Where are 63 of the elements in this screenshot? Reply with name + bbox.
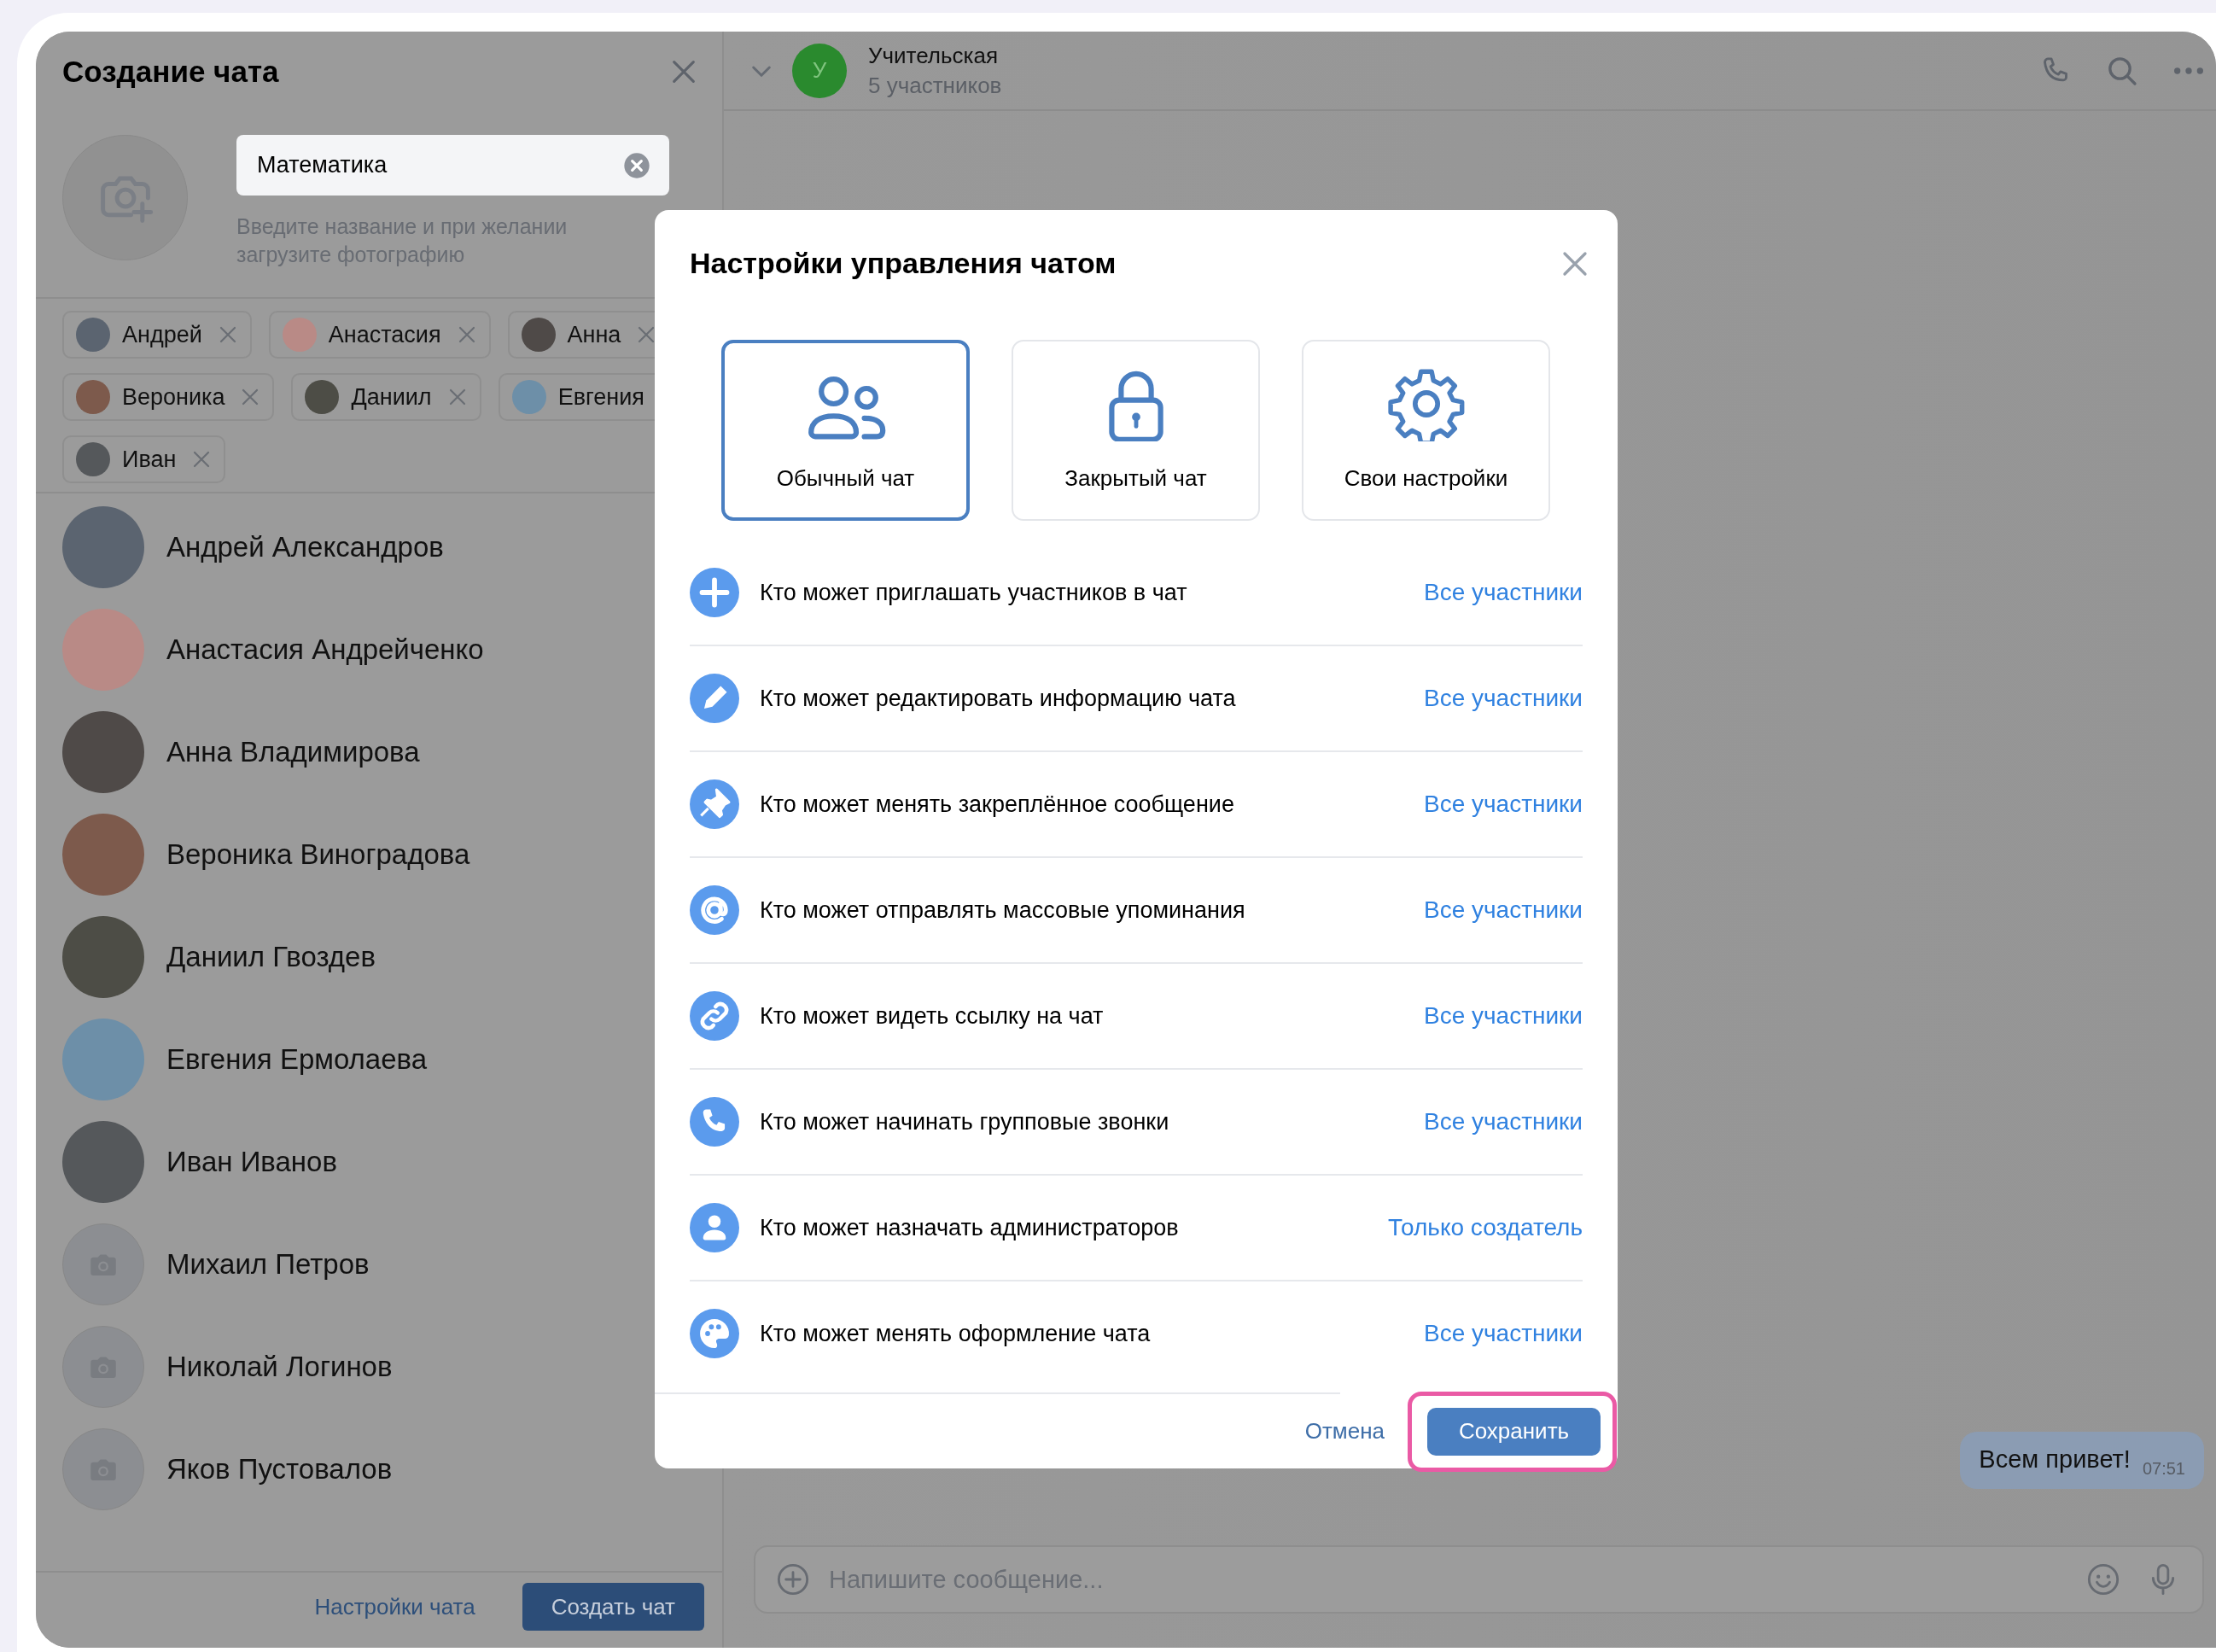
contact-name[interactable]: Яков Пустовалов (166, 1453, 393, 1486)
setting-label: Кто может начинать групповые звонки (760, 1108, 1170, 1135)
member-chip[interactable]: Даниил (291, 373, 481, 421)
member-chip[interactable]: Анастасия (268, 311, 491, 359)
avatar-photo-placeholder (511, 380, 546, 414)
member-chip[interactable]: Вероника (62, 373, 275, 421)
plus-icon (690, 568, 739, 617)
contact-name[interactable]: Вероника Виноградова (166, 838, 470, 871)
contact-name[interactable]: Иван Иванов (166, 1146, 337, 1178)
contact-name[interactable]: Даниил Гвоздев (166, 941, 376, 973)
name-field[interactable]: Математика (236, 135, 669, 196)
preset-card[interactable]: Закрытый чат (1012, 340, 1260, 521)
pin-icon (690, 779, 739, 829)
create-chat-button[interactable]: Создать чат (522, 1583, 704, 1631)
member-chip[interactable]: Андрей (62, 311, 252, 359)
message-text: Всем привет! (1979, 1445, 2131, 1474)
pencil-icon (690, 674, 739, 723)
message-time: 07:51 (2142, 1459, 2185, 1479)
avatar-photo-placeholder (521, 318, 556, 352)
setting-label: Кто может назначать администраторов (760, 1214, 1180, 1241)
setting-label: Кто может редактировать информацию чата (760, 685, 1237, 712)
setting-value-link[interactable]: Только создатель (1388, 1214, 1583, 1241)
avatar-photo-placeholder (76, 318, 110, 352)
setting-value-link[interactable]: Все участники (1424, 579, 1583, 606)
contact-name[interactable]: Анастасия Андрейченко (166, 633, 484, 666)
avatar-photo-placeholder (76, 380, 110, 414)
at-sign-icon (690, 885, 739, 935)
setting-label: Кто может отправлять массовые упоминания (760, 896, 1246, 924)
preset-card[interactable]: Свои настройки (1302, 340, 1550, 521)
contact-name[interactable]: Анна Владимирова (166, 736, 420, 768)
phone-icon (690, 1097, 739, 1147)
palette-icon (690, 1309, 739, 1358)
contact-name[interactable]: Евгения Ермолаева (166, 1043, 428, 1076)
contact-name[interactable]: Андрей Александров (166, 531, 444, 563)
chat-title: Учительская (868, 42, 999, 69)
setting-value-link[interactable]: Все участники (1424, 896, 1583, 924)
setting-label: Кто может приглашать участников в чат (760, 579, 1188, 606)
avatar-photo-placeholder (282, 318, 317, 352)
setting-label: Кто может менять закреплённое сообщение (760, 791, 1235, 818)
save-button[interactable]: Сохранить (1427, 1407, 1601, 1456)
avatar-photo-placeholder (305, 380, 340, 414)
setting-value-link[interactable]: Все участники (1424, 1320, 1583, 1347)
avatar-photo-placeholder (76, 442, 110, 476)
link-icon (690, 991, 739, 1041)
panel-title: Создание чата (62, 54, 279, 89)
cancel-button[interactable]: Отмена (1304, 1418, 1385, 1445)
setting-value-link[interactable]: Все участники (1424, 1002, 1583, 1030)
chat-avatar: У (792, 43, 847, 98)
dialog-title: Настройки управления чатом (690, 247, 1117, 280)
setting-value-link[interactable]: Все участники (1424, 791, 1583, 818)
member-chip[interactable]: Иван (62, 435, 226, 483)
member-count: 5 участников (868, 72, 1003, 99)
setting-label: Кто может видеть ссылку на чат (760, 1002, 1105, 1030)
emoji-icon[interactable] (2086, 1562, 2120, 1597)
contact-name[interactable]: Михаил Петров (166, 1248, 370, 1281)
setting-label: Кто может менять оформление чата (760, 1320, 1152, 1347)
clear-icon[interactable] (623, 151, 650, 179)
contact-name[interactable]: Николай Логинов (166, 1351, 393, 1383)
person-icon (690, 1203, 739, 1252)
preset-card[interactable]: Обычный чат (721, 340, 970, 521)
setting-value-link[interactable]: Все участники (1424, 1108, 1583, 1135)
add-icon[interactable] (776, 1562, 810, 1597)
setting-value-link[interactable]: Все участники (1424, 685, 1583, 712)
